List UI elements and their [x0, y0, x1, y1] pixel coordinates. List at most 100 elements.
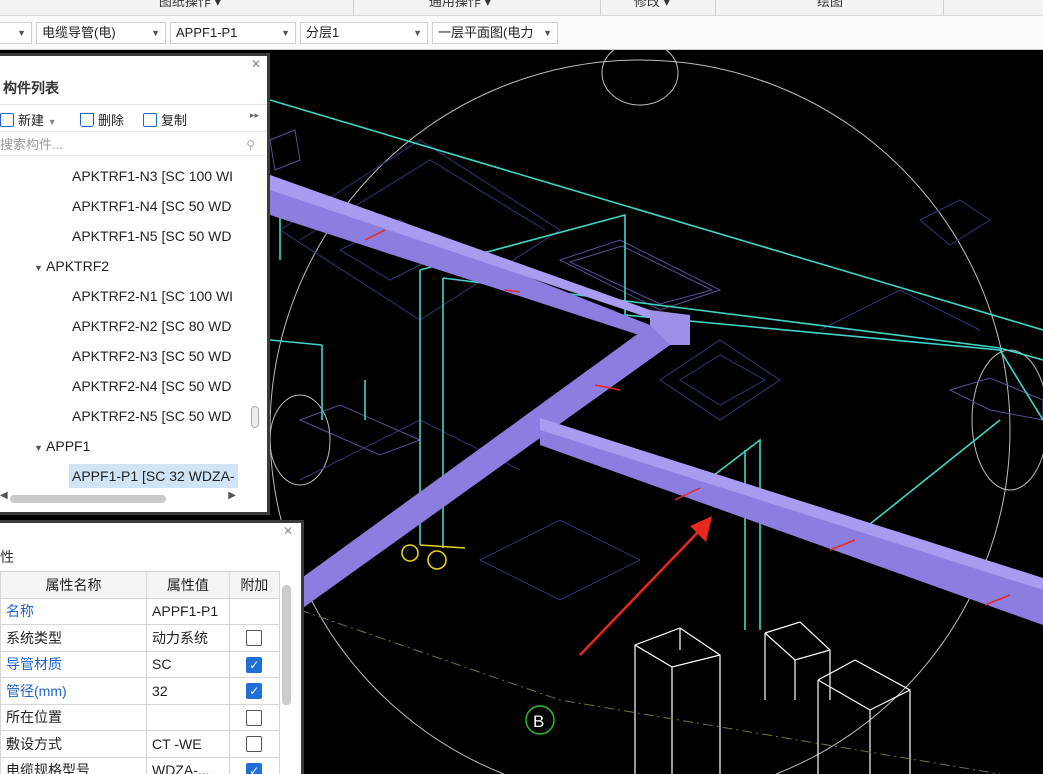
equipment-outlines	[269, 129, 1043, 456]
new-button[interactable]: 新建 ▼	[0, 110, 57, 129]
tree-item[interactable]: APKTRF2-N5 [SC 50 WD	[72, 402, 231, 430]
property-row[interactable]: 敷设方式 CT -WE	[0, 730, 281, 758]
close-icon[interactable]: ✕	[251, 57, 261, 71]
reference-circle-small	[601, 50, 679, 106]
dropdown-value: APPF1-P1	[176, 25, 238, 40]
panel-title: 性	[0, 549, 14, 565]
property-row[interactable]: 所在位置	[0, 703, 281, 731]
property-row[interactable]: 管径(mm) 32 ✓	[0, 677, 281, 705]
property-name: 名称	[0, 597, 148, 625]
copy-icon	[143, 113, 157, 127]
attach-checkbox[interactable]: ✓	[246, 762, 263, 774]
column-header: 附加	[228, 571, 281, 599]
property-attach-cell	[228, 624, 281, 652]
reference-circle	[269, 59, 1011, 774]
new-file-icon	[0, 113, 14, 127]
component-list-panel: ✕ 构件列表 新建 ▼ 删除 复制 ▸▸ 搜索构件... ⚲ APKTRF1-N…	[0, 53, 270, 515]
tree-group[interactable]: ▼ APPF1	[34, 432, 90, 460]
caret-down-icon[interactable]: ▼	[34, 263, 43, 273]
dropdown-value: 一层平面图(电力	[438, 25, 534, 40]
category-dropdown[interactable]: ▼	[0, 22, 32, 44]
attach-checkbox[interactable]: ✓	[246, 656, 263, 673]
component-tree: APKTRF1-N3 [SC 100 WI APKTRF1-N4 [SC 50 …	[0, 158, 262, 492]
scrollbar-thumb[interactable]	[10, 495, 166, 503]
property-attach-cell	[228, 703, 281, 731]
scroll-left-icon[interactable]: ◀	[0, 490, 8, 501]
close-icon[interactable]: ✕	[283, 524, 293, 538]
equipment-boxes	[634, 621, 911, 774]
ribbon-bar: 图纸操作 ▾ 通用操作 ▾ 修改 ▾ 绘图	[0, 0, 1043, 16]
horizontal-scrollbar[interactable]: ◀ ▶	[0, 490, 258, 505]
selector-toolbar: ▼ 电缆导管(电) ▼ APPF1-P1 ▼ 分层1 ▼ 一层平面图(电力 ▼	[0, 16, 1043, 50]
property-value[interactable]: 32	[146, 677, 230, 705]
table-header-row: 属性名称 属性值 附加	[0, 571, 281, 599]
copy-button[interactable]: 复制	[143, 110, 187, 129]
delete-button[interactable]: 删除	[80, 110, 124, 129]
property-row[interactable]: 名称 APPF1-P1	[0, 597, 281, 625]
chevron-down-icon: ▼	[543, 28, 552, 38]
ribbon-group-draw[interactable]: 绘图	[790, 0, 870, 10]
tree-item[interactable]: APKTRF1-N4 [SC 50 WD	[72, 192, 231, 220]
search-icon[interactable]: ⚲	[246, 134, 255, 156]
search-input[interactable]: 搜索构件... ⚲	[0, 134, 265, 156]
chevron-down-icon: ▼	[413, 28, 422, 38]
property-value[interactable]: WDZA-...	[146, 756, 230, 774]
attach-checkbox[interactable]	[246, 630, 263, 647]
scroll-right-icon[interactable]: ▶	[228, 490, 236, 501]
tree-group[interactable]: ▼ APKTRF2	[34, 252, 109, 280]
ribbon-group-common-ops[interactable]: 通用操作 ▾	[410, 0, 510, 10]
tree-item-selected[interactable]: APPF1-P1 [SC 32 WDZA-	[69, 462, 238, 490]
attach-checkbox[interactable]: ✓	[246, 683, 263, 700]
property-value[interactable]: APPF1-P1	[146, 597, 230, 625]
ribbon-group-modify[interactable]: 修改 ▾	[612, 0, 692, 10]
tree-item[interactable]: APKTRF2-N1 [SC 100 WI	[72, 282, 233, 310]
property-name: 敷设方式	[0, 730, 148, 758]
chevron-down-icon: ▼	[151, 28, 160, 38]
property-name: 电缆规格型号	[0, 756, 148, 774]
tree-item[interactable]: APKTRF2-N4 [SC 50 WD	[72, 372, 231, 400]
property-name: 导管材质	[0, 650, 148, 678]
property-panel: ✕ 性 属性名称 属性值 附加 名称 APPF1-P1 系统类型 动力系统 导管材质 SC…	[0, 520, 304, 774]
property-attach-cell: ✓	[228, 650, 281, 678]
property-row[interactable]: 系统类型 动力系统	[0, 624, 281, 652]
property-attach-cell	[228, 597, 281, 625]
property-value[interactable]: CT -WE	[146, 730, 230, 758]
tree-item[interactable]: APKTRF1-N5 [SC 50 WD	[72, 222, 231, 250]
property-value[interactable]: 动力系统	[146, 624, 230, 652]
chevron-down-icon: ▼	[47, 117, 57, 127]
more-icon[interactable]: ▸▸	[250, 110, 259, 121]
ribbon-group-drawing-ops[interactable]: 图纸操作 ▾	[150, 0, 230, 10]
tree-item[interactable]: APKTRF2-N3 [SC 50 WD	[72, 342, 231, 370]
ribbon-separator	[353, 0, 354, 16]
vertical-scrollbar[interactable]	[282, 585, 291, 705]
property-value[interactable]: SC	[146, 650, 230, 678]
property-row[interactable]: 电缆规格型号 WDZA-... ✓	[0, 756, 281, 774]
panel-title: 构件列表	[3, 80, 59, 96]
reference-circle-small	[269, 394, 331, 486]
layer-dropdown[interactable]: 分层1 ▼	[300, 22, 428, 44]
tree-item[interactable]: APKTRF1-N3 [SC 100 WI	[72, 162, 233, 190]
conduit-3d	[270, 175, 1043, 625]
ribbon-separator	[715, 0, 716, 16]
axis-label: B	[533, 712, 544, 731]
attach-checkbox[interactable]	[246, 736, 263, 753]
property-table: 属性名称 属性值 附加 名称 APPF1-P1 系统类型 动力系统 导管材质 SC ✓ 管径(…	[0, 571, 281, 774]
property-name: 系统类型	[0, 624, 148, 652]
component-type-dropdown[interactable]: 电缆导管(电) ▼	[36, 22, 166, 44]
drawing-dropdown[interactable]: 一层平面图(电力 ▼	[432, 22, 558, 44]
property-row[interactable]: 导管材质 SC ✓	[0, 650, 281, 678]
property-attach-cell: ✓	[228, 677, 281, 705]
component-dropdown[interactable]: APPF1-P1 ▼	[170, 22, 296, 44]
column-header: 属性名称	[0, 571, 148, 599]
property-value[interactable]	[146, 703, 230, 731]
tree-item[interactable]: APKTRF2-N2 [SC 80 WD	[72, 312, 231, 340]
outlet-symbol	[401, 544, 466, 570]
ribbon-separator	[600, 0, 601, 16]
attach-checkbox[interactable]	[246, 709, 263, 726]
ribbon-separator	[943, 0, 944, 16]
property-rows: 名称 APPF1-P1 系统类型 动力系统 导管材质 SC ✓ 管径(mm) 32 ✓ 所在位置 敷设…	[0, 597, 281, 774]
vertical-scrollbar[interactable]	[251, 406, 259, 428]
property-attach-cell: ✓	[228, 756, 281, 774]
caret-down-icon[interactable]: ▼	[34, 443, 43, 453]
property-name: 所在位置	[0, 703, 148, 731]
